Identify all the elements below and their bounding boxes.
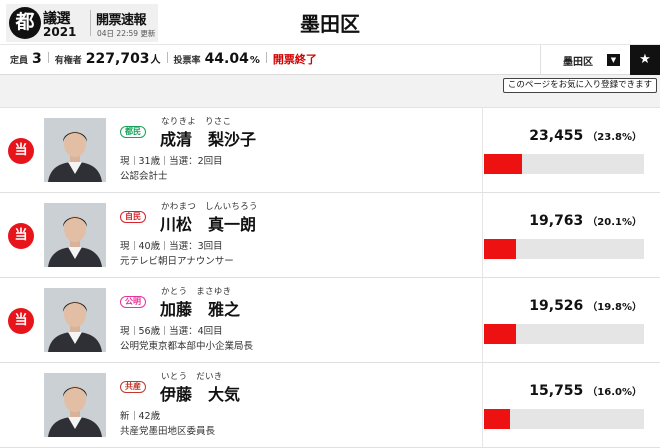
candidate-name: 成清 梨沙子 (160, 130, 257, 149)
person-silhouette-icon (44, 288, 106, 352)
candidate-age: 42歳 (138, 411, 161, 422)
vote-number: 15,755 (529, 383, 584, 399)
row-divider (482, 193, 483, 277)
favorite-button[interactable]: ★ (630, 45, 660, 75)
meta-divider (133, 411, 135, 420)
meta-divider (164, 241, 166, 250)
vote-number: 19,763 (529, 213, 584, 229)
vote-bar-fill (484, 239, 516, 259)
candidate-terms: 当選：4回目 (169, 326, 223, 337)
seats-label: 定員 (10, 56, 29, 66)
elected-badge: 当 (8, 308, 34, 334)
candidate-name: 伊藤 大気 (160, 385, 241, 404)
stats-divider (47, 52, 49, 63)
candidate-meta: 新 42歳 (120, 408, 160, 422)
page-title: 墨田区 (300, 12, 360, 36)
party-badge: 都民 (120, 126, 146, 138)
meta-divider (133, 241, 135, 250)
counting-status: 開票終了 (272, 53, 317, 66)
candidate-age: 31歳 (138, 156, 161, 167)
row-divider (482, 108, 483, 192)
row-divider (482, 363, 483, 447)
vote-count: 19,763 （20.1%） (529, 210, 642, 229)
stats-divider (265, 52, 267, 63)
vote-percent: （19.8%） (587, 302, 642, 313)
vote-count: 19,526 （19.8%） (529, 295, 642, 314)
election-stats: 定員 3 有権者 227,703 人 投票率 44.04 % 開票終了 (10, 51, 317, 67)
candidate-row[interactable]: 当 都民 なりきよ りさこ 成清 梨沙子 現 31歳 当選：2回目 公認会計士 23… (0, 108, 660, 193)
party-badge: 自民 (120, 211, 146, 223)
candidate-terms: 当選：3回目 (169, 241, 223, 252)
party-badge: 共産 (120, 381, 146, 393)
incumbency-status: 現 (120, 241, 130, 252)
vote-bar-track (484, 239, 644, 259)
vote-percent: （23.8%） (587, 132, 642, 143)
vote-percent: （16.0%） (587, 387, 642, 398)
favorite-tooltip: このページをお気に入り登録できます (503, 78, 657, 93)
candidate-row[interactable]: 当 公明 かとう まさゆき 加藤 雅之 現 56歳 当選：4回目 公明党東京都本部中… (0, 278, 660, 363)
candidate-name: 加藤 雅之 (160, 300, 241, 319)
incumbency-status: 新 (120, 411, 130, 422)
candidate-career: 元テレビ朝日アナウンサー (120, 256, 234, 267)
vote-bar-track (484, 324, 644, 344)
vote-count: 15,755 （16.0%） (529, 380, 642, 399)
candidate-photo (44, 203, 106, 267)
seats-value: 3 (32, 51, 42, 67)
vote-bar-track (484, 154, 644, 174)
voters-unit: 人 (150, 55, 161, 66)
candidate-list: 当 都民 なりきよ りさこ 成清 梨沙子 現 31歳 当選：2回目 公認会計士 23… (0, 108, 660, 448)
page-header: 都 議選 2021 開票速報 04日 22:59 更新 墨田区 (0, 0, 660, 45)
candidate-meta: 現 56歳 当選：4回目 (120, 323, 223, 337)
party-badge: 公明 (120, 296, 146, 308)
candidate-career: 公明党東京都本部中小企業局長 (120, 341, 254, 352)
ward-selector-label: 墨田区 (563, 57, 593, 68)
star-icon: ★ (639, 52, 651, 67)
candidate-age: 40歳 (138, 241, 161, 252)
voters-label: 有権者 (54, 56, 82, 66)
turnout-value: 44.04 (204, 51, 249, 67)
vote-bar-fill (484, 154, 522, 174)
meta-divider (164, 156, 166, 165)
candidate-name: 川松 真一朗 (160, 215, 257, 234)
meta-divider (164, 326, 166, 335)
candidate-photo (44, 373, 106, 437)
vote-bar-fill (484, 409, 510, 429)
candidate-meta: 現 40歳 当選：3回目 (120, 238, 223, 252)
candidate-career: 共産党墨田地区委員長 (120, 426, 216, 437)
person-silhouette-icon (44, 118, 106, 182)
candidate-terms: 当選：2回目 (169, 156, 223, 167)
meta-divider (133, 156, 135, 165)
vote-number: 19,526 (529, 298, 584, 314)
vote-bar-fill (484, 324, 516, 344)
candidate-career: 公認会計士 (120, 171, 168, 182)
meta-divider (133, 326, 135, 335)
candidate-meta: 現 31歳 当選：2回目 (120, 153, 223, 167)
vote-number: 23,455 (529, 128, 584, 144)
row-divider (482, 278, 483, 362)
stats-divider (166, 52, 168, 63)
person-silhouette-icon (44, 203, 106, 267)
ward-selector[interactable]: 墨田区 ▼ (540, 45, 630, 75)
candidate-photo (44, 288, 106, 352)
stats-bar: 定員 3 有権者 227,703 人 投票率 44.04 % 開票終了 墨田区 … (0, 45, 660, 75)
candidate-row[interactable]: 当 自民 かわまつ しんいちろう 川松 真一朗 現 40歳 当選：3回目 元テレビ朝… (0, 193, 660, 278)
incumbency-status: 現 (120, 156, 130, 167)
vote-bar-track (484, 409, 644, 429)
candidate-photo (44, 118, 106, 182)
person-silhouette-icon (44, 373, 106, 437)
elected-badge: 当 (8, 138, 34, 164)
voters-value: 227,703 (85, 51, 150, 67)
turnout-unit: % (249, 55, 260, 66)
turnout-label: 投票率 (173, 56, 201, 66)
caret-down-icon[interactable]: ▼ (607, 54, 620, 66)
vote-count: 23,455 （23.8%） (529, 125, 642, 144)
incumbency-status: 現 (120, 326, 130, 337)
elected-badge: 当 (8, 223, 34, 249)
candidate-row[interactable]: 共産 いとう だいき 伊藤 大気 新 42歳 共産党墨田地区委員長 15,755 （… (0, 363, 660, 448)
vote-percent: （20.1%） (587, 217, 642, 228)
candidate-age: 56歳 (138, 326, 161, 337)
